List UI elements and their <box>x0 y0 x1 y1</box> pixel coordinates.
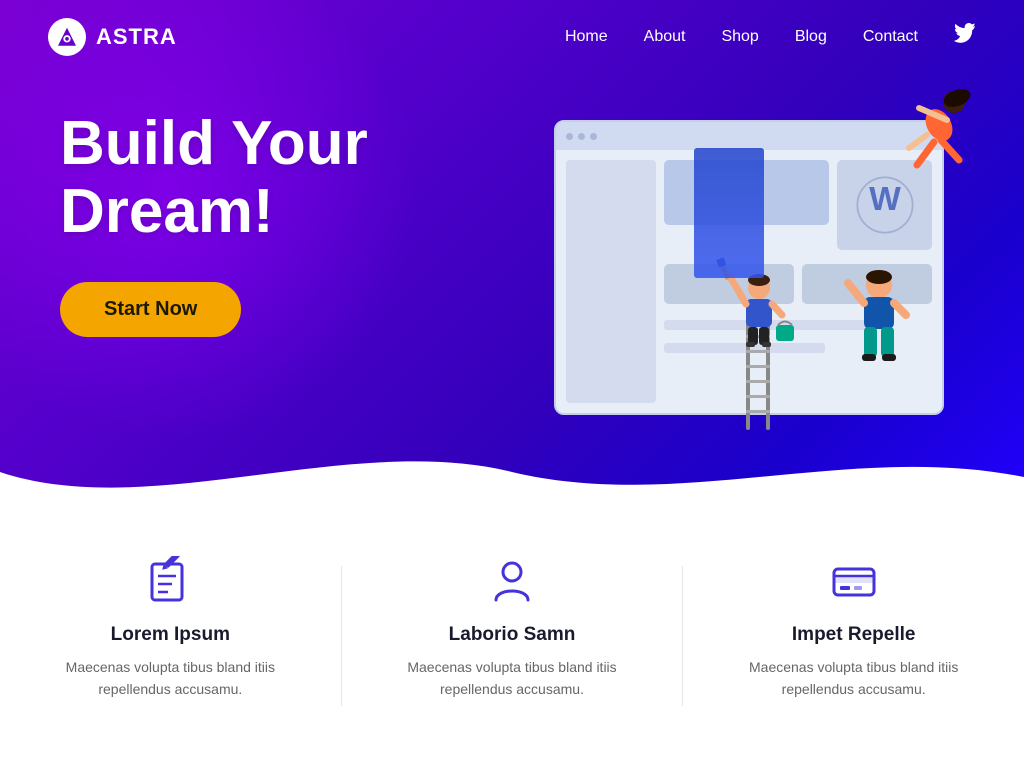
hero-wave <box>0 432 1024 520</box>
feature-item-3: Impet Repelle Maecenas volupta tibus bla… <box>683 556 1024 701</box>
features-section: Lorem Ipsum Maecenas volupta tibus bland… <box>0 520 1024 768</box>
feature-item-1: Lorem Ipsum Maecenas volupta tibus bland… <box>0 556 341 701</box>
paint-area <box>694 148 764 278</box>
nav-home[interactable]: Home <box>565 28 608 46</box>
hero-section: ASTRA Home About Shop Blog Contact Build… <box>0 0 1024 520</box>
main-nav: Home About Shop Blog Contact <box>565 23 976 51</box>
nav-about[interactable]: About <box>644 28 686 46</box>
logo[interactable]: ASTRA <box>48 18 177 56</box>
feature-1-title: Lorem Ipsum <box>111 624 230 646</box>
nav-contact[interactable]: Contact <box>863 28 918 46</box>
hero-title: Build Your Dream! <box>60 110 368 246</box>
feature-3-desc: Maecenas volupta tibus bland itiis repel… <box>744 656 964 701</box>
logo-text: ASTRA <box>96 24 177 50</box>
user-icon <box>486 556 538 608</box>
feature-2-desc: Maecenas volupta tibus bland itiis repel… <box>402 656 622 701</box>
edit-icon <box>144 556 196 608</box>
header: ASTRA Home About Shop Blog Contact <box>0 0 1024 74</box>
flying-figure <box>899 80 979 180</box>
svg-text:W: W <box>869 181 901 218</box>
feature-2-title: Laborio Samn <box>449 624 576 646</box>
start-now-button[interactable]: Start Now <box>60 282 241 337</box>
twitter-icon[interactable] <box>954 23 976 51</box>
nav-shop[interactable]: Shop <box>721 28 758 46</box>
hero-illustration: W <box>554 85 984 445</box>
right-figure <box>834 255 924 440</box>
feature-item-2: Laborio Samn Maecenas volupta tibus blan… <box>342 556 683 701</box>
logo-icon <box>48 18 86 56</box>
feature-1-desc: Maecenas volupta tibus bland itiis repel… <box>60 656 280 701</box>
card-icon <box>828 556 880 608</box>
hero-content: Build Your Dream! Start Now <box>60 110 368 337</box>
nav-blog[interactable]: Blog <box>795 28 827 46</box>
feature-3-title: Impet Repelle <box>792 624 916 646</box>
